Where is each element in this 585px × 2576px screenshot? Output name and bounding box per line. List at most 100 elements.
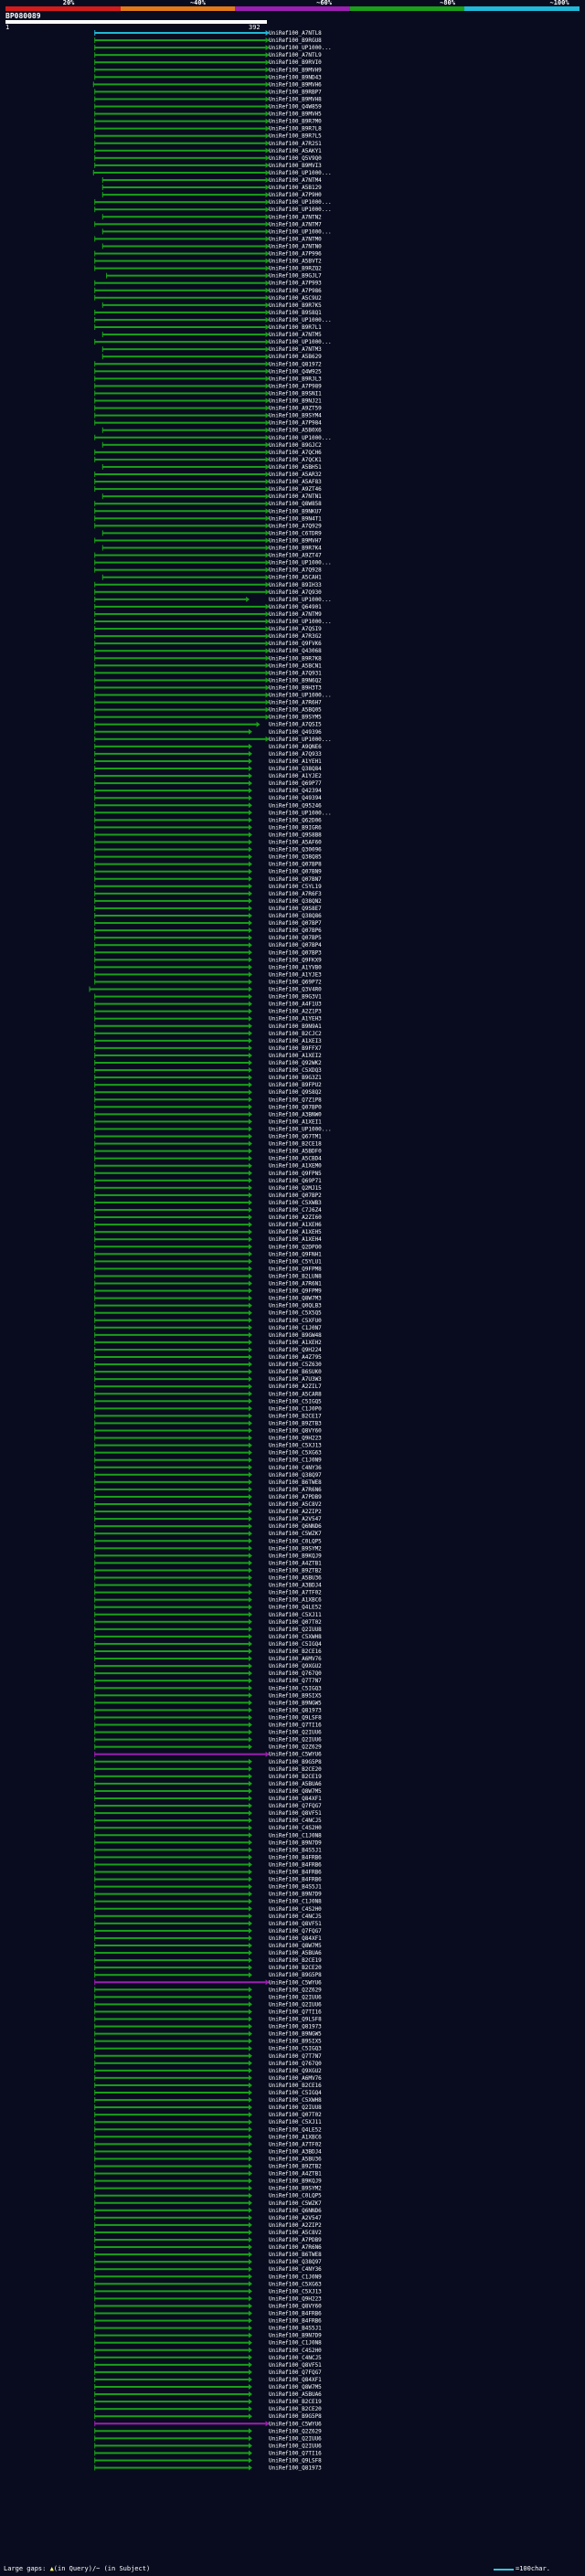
hit-row[interactable]: UniRef100_B9SIX5 <box>94 2038 322 2045</box>
hit-row[interactable]: UniRef100_Q81973 <box>94 2465 322 2472</box>
hit-row[interactable]: UniRef100_UP1000... <box>94 199 332 206</box>
hit-row[interactable]: UniRef100_A7R6N6 <box>94 1486 322 1493</box>
hit-row[interactable]: UniRef100_A7R6F3 <box>94 890 322 897</box>
hit-row[interactable]: UniRef100_C5IGQ3 <box>94 2045 322 2052</box>
hit-row[interactable]: UniRef100_B2CJC2 <box>94 1030 322 1037</box>
hit-row[interactable]: UniRef100_C1J0N9 <box>94 2274 322 2280</box>
hit-row[interactable]: UniRef100_A7PDB9 <box>94 1493 322 1500</box>
hit-row[interactable]: UniRef100_B2CE19 <box>94 2399 322 2405</box>
hit-row[interactable]: UniRef100_Q07T02 <box>94 1618 322 1626</box>
hit-row[interactable]: UniRef100_Q2IUU6 <box>94 2001 322 2008</box>
hit-row[interactable]: UniRef100_B9N7D9 <box>94 1839 322 1846</box>
hit-row[interactable]: UniRef100_Q43068 <box>94 648 322 654</box>
hit-row[interactable]: UniRef100_A7NTM3 <box>101 346 322 353</box>
hit-row[interactable]: UniRef100_B9N9A1 <box>94 1023 322 1030</box>
hit-row[interactable]: UniRef100_UP1000... <box>94 45 332 51</box>
hit-row[interactable]: UniRef100_Q49396 <box>94 728 322 736</box>
hit-row[interactable]: UniRef100_A1YEH3 <box>94 1015 322 1023</box>
hit-row[interactable]: UniRef100_Q9S8E7 <box>94 905 322 912</box>
hit-row[interactable]: UniRef100_Q2IUU6 <box>94 2435 322 2442</box>
hit-row[interactable]: UniRef100_C5XFU0 <box>94 1317 322 1324</box>
hit-row[interactable]: UniRef100_B9G3V1 <box>94 993 322 1001</box>
hit-row[interactable]: UniRef100_UP1000... <box>94 736 332 743</box>
hit-row[interactable]: UniRef100_C5WYU6 <box>94 2421 322 2427</box>
hit-row[interactable]: UniRef100_A7NTM9 <box>94 610 322 618</box>
hit-row[interactable]: UniRef100_A1XEI1 <box>94 1118 322 1125</box>
hit-row[interactable]: UniRef100_UP1000... <box>94 596 332 603</box>
hit-row[interactable]: UniRef100_UP1000... <box>92 169 332 176</box>
hit-row[interactable]: UniRef100_A6MV76 <box>94 2074 322 2082</box>
hit-row[interactable]: UniRef100_A5BUA6 <box>94 2391 322 2398</box>
hit-row[interactable]: UniRef100_UP1000... <box>94 559 332 567</box>
hit-row[interactable]: UniRef100_A5BUA6 <box>94 1780 322 1787</box>
hit-row[interactable]: UniRef100_B4FRB6 <box>94 1876 322 1883</box>
hit-row[interactable]: UniRef100_A1YEH1 <box>94 758 322 765</box>
hit-row[interactable]: UniRef100_Q07BP5 <box>94 935 322 941</box>
hit-row[interactable]: UniRef100_Q8W858 <box>94 501 322 507</box>
hit-row[interactable]: UniRef100_A7NTM5 <box>101 332 322 338</box>
hit-row[interactable]: UniRef100_A5CBD4 <box>94 1155 322 1162</box>
hit-row[interactable]: UniRef100_A2V547 <box>94 1516 322 1522</box>
hit-row[interactable]: UniRef100_B9SYM2 <box>94 1545 322 1552</box>
hit-row[interactable]: UniRef100_C5WYU6 <box>94 1979 322 1986</box>
hit-row[interactable]: UniRef100_Q4W925 <box>94 368 322 375</box>
hit-row[interactable]: UniRef100_Q6NND6 <box>94 2207 322 2214</box>
hit-row[interactable]: UniRef100_B9FPU2 <box>94 1082 322 1088</box>
hit-row[interactable]: UniRef100_Q07T02 <box>94 2112 322 2118</box>
hit-row[interactable]: UniRef100_Q8VY60 <box>94 1427 322 1435</box>
hit-row[interactable]: UniRef100_C5XG63 <box>94 1449 322 1457</box>
hit-row[interactable]: UniRef100_B2CE16 <box>94 1648 322 1655</box>
hit-row[interactable]: UniRef100_A1XEH4 <box>94 1236 322 1243</box>
hit-row[interactable]: UniRef100_Q5V9Q0 <box>94 154 322 162</box>
hit-row[interactable]: UniRef100_Q2DPO0 <box>94 1244 322 1250</box>
hit-row[interactable]: UniRef100_A7R2S1 <box>94 140 322 147</box>
hit-row[interactable]: UniRef100_Q38Q86 <box>94 913 322 919</box>
hit-row[interactable]: UniRef100_C6TDR9 <box>101 530 322 536</box>
hit-row[interactable]: UniRef100_A9ZT59 <box>94 405 322 412</box>
hit-row[interactable]: UniRef100_C4NY36 <box>94 1464 322 1471</box>
hit-row[interactable]: UniRef100_A2ZI60 <box>94 1214 322 1221</box>
hit-row[interactable]: UniRef100_B9MVH7 <box>94 537 322 544</box>
hit-row[interactable]: UniRef100_B9FFX7 <box>94 1044 322 1052</box>
hit-row[interactable]: UniRef100_A7QSI5 <box>94 721 322 728</box>
hit-row[interactable]: UniRef100_Q9LSF8 <box>94 2457 322 2465</box>
hit-row[interactable]: UniRef100_B9SYM2 <box>94 2185 322 2192</box>
hit-row[interactable]: UniRef100_Q9FNH1 <box>94 1251 322 1257</box>
hit-row[interactable]: UniRef100_C4NY36 <box>94 2266 322 2273</box>
hit-row[interactable]: UniRef100_A7NTN1 <box>101 493 322 500</box>
hit-row[interactable]: UniRef100_Q81973 <box>94 2023 322 2030</box>
hit-row[interactable]: UniRef100_Q07BP2 <box>94 1192 322 1199</box>
hit-row[interactable]: UniRef100_UP1000... <box>94 619 332 625</box>
hit-row[interactable]: UniRef100_B9IGR6 <box>94 824 322 831</box>
hit-row[interactable]: UniRef100_B9NKU7 <box>94 508 322 514</box>
hit-row[interactable]: UniRef100_C5IGQ3 <box>94 1685 322 1691</box>
hit-row[interactable]: UniRef100_A1XEH2 <box>94 1339 322 1346</box>
hit-row[interactable]: UniRef100_A1XEI3 <box>94 1037 322 1044</box>
hit-row[interactable]: UniRef100_Q4LE52 <box>94 1604 322 1611</box>
hit-row[interactable]: UniRef100_C1J0N9 <box>94 1457 322 1464</box>
hit-row[interactable]: UniRef100_A7R6H7 <box>94 699 322 706</box>
hit-row[interactable]: UniRef100_A5AF60 <box>94 839 322 846</box>
hit-row[interactable]: UniRef100_Q67TM1 <box>94 1133 322 1140</box>
hit-row[interactable]: UniRef100_C5WZK7 <box>94 1531 322 1537</box>
hit-row[interactable]: UniRef100_B9IH33 <box>94 581 322 588</box>
hit-row[interactable]: UniRef100_A2Z1P3 <box>94 1008 322 1015</box>
hit-row[interactable]: UniRef100_B9SIX5 <box>94 1692 322 1699</box>
hit-row[interactable]: UniRef100_A7Q933 <box>94 750 322 758</box>
hit-row[interactable]: UniRef100_A5BVT2 <box>94 258 322 265</box>
hit-row[interactable]: UniRef100_A9ZT47 <box>94 552 322 559</box>
hit-row[interactable]: UniRef100_Q2MJ15 <box>94 1184 322 1192</box>
hit-row[interactable]: UniRef100_A7R6N1 <box>94 1280 322 1288</box>
hit-row[interactable]: UniRef100_A7P993 <box>94 280 322 287</box>
hit-row[interactable]: UniRef100_A5B0X6 <box>101 427 322 434</box>
hit-row[interactable]: UniRef100_A1XEM0 <box>94 1162 322 1170</box>
hit-row[interactable]: UniRef100_Q2IUU6 <box>94 1729 322 1736</box>
hit-row[interactable]: UniRef100_Q69P77 <box>94 780 322 787</box>
hit-row[interactable]: UniRef100_B2CE19 <box>94 1773 322 1780</box>
hit-row[interactable]: UniRef100_C5XWH8 <box>94 2097 322 2104</box>
hit-row[interactable]: UniRef100_B2CE16 <box>94 2082 322 2089</box>
hit-row[interactable]: UniRef100_Q7FQG7 <box>94 1927 322 1935</box>
hit-row[interactable]: UniRef100_C4S2H0 <box>94 1825 322 1831</box>
hit-row[interactable]: UniRef100_A7PDB9 <box>94 2237 322 2243</box>
hit-row[interactable]: UniRef100_B2CE18 <box>94 1140 322 1148</box>
